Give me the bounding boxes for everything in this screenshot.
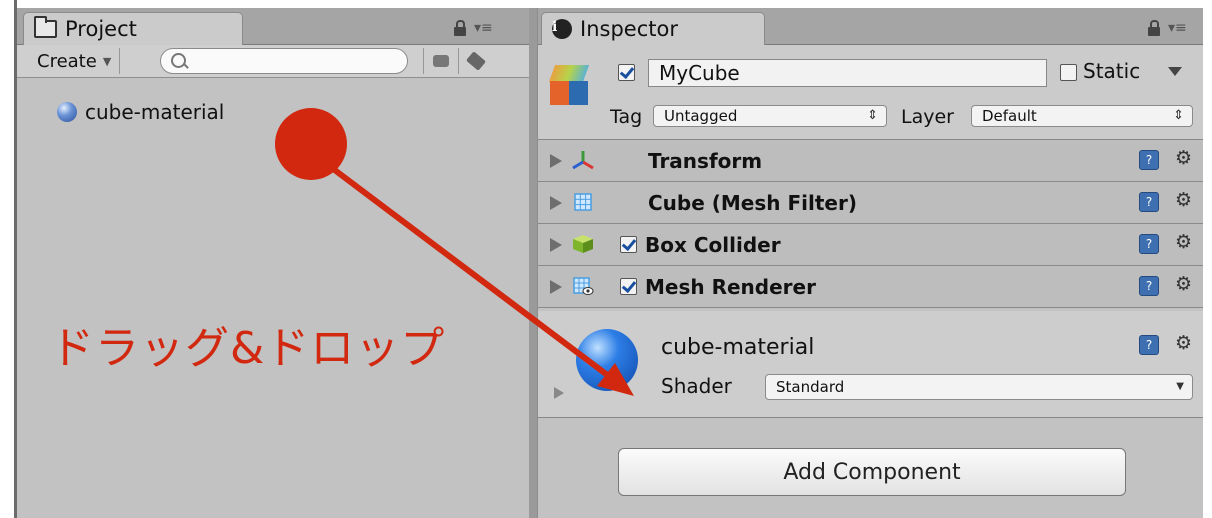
static-checkbox[interactable] [1060, 64, 1077, 81]
component-row-box-collider[interactable]: Box Collider ? ⚙ [538, 224, 1204, 266]
component-row-mesh-filter[interactable]: Cube (Mesh Filter) ? ⚙ [538, 182, 1204, 224]
gameobject-cube-icon [548, 65, 590, 109]
expand-arrow-icon[interactable] [550, 238, 562, 252]
component-name: Box Collider [645, 233, 781, 257]
project-panel: Project ▾≡ Create ▼ cube-material [17, 8, 530, 518]
component-row-transform[interactable]: Transform ? ⚙ [538, 140, 1204, 182]
filter-by-label-button[interactable] [458, 48, 493, 74]
component-enabled-checkbox[interactable] [620, 236, 637, 253]
project-tab-label: Project [65, 17, 137, 41]
component-name: Transform [648, 149, 763, 173]
tag-dropdown-value: Untagged [664, 107, 738, 125]
folder-icon [34, 16, 57, 38]
gear-icon[interactable]: ⚙ [1175, 189, 1192, 211]
help-icon[interactable]: ? [1139, 234, 1159, 254]
top-strip [17, 0, 1203, 8]
component-name: Mesh Renderer [645, 275, 816, 299]
add-component-label: Add Component [783, 459, 961, 485]
project-asset-item[interactable]: cube-material [57, 100, 224, 124]
tag-dropdown[interactable]: Untagged ⇕ [653, 105, 887, 127]
info-icon: i [552, 19, 572, 39]
project-toolbar: Create ▼ [17, 45, 529, 78]
shader-label: Shader [661, 374, 732, 398]
material-sphere-icon [57, 102, 77, 122]
filter-type-icon [433, 55, 449, 67]
create-button-label: Create [37, 50, 97, 72]
shader-dropdown[interactable]: Standard ▼ [765, 374, 1193, 400]
active-checkbox[interactable] [618, 64, 635, 81]
static-dropdown-icon[interactable] [1168, 67, 1182, 76]
create-button[interactable]: Create ▼ [29, 48, 121, 74]
tag-icon [466, 51, 486, 71]
gear-icon[interactable]: ⚙ [1175, 231, 1192, 253]
tab-project[interactable]: Project [23, 12, 243, 45]
tab-inspector[interactable]: i Inspector [541, 12, 765, 45]
inspector-tabbar: i Inspector ▾≡ [538, 8, 1204, 45]
help-icon[interactable]: ? [1139, 335, 1159, 355]
panel-divider[interactable] [529, 8, 537, 518]
expand-arrow-icon[interactable] [550, 154, 562, 168]
gear-icon[interactable]: ⚙ [1175, 273, 1192, 295]
panel-menu-icon[interactable]: ▾≡ [474, 20, 493, 36]
chevron-down-icon: ▼ [1176, 381, 1184, 392]
static-label: Static [1083, 59, 1141, 83]
expand-arrow-icon[interactable] [550, 196, 562, 210]
lock-icon[interactable] [1148, 19, 1160, 36]
expand-arrow-icon[interactable] [554, 387, 564, 399]
project-tabbar: Project ▾≡ [17, 8, 529, 45]
mesh-renderer-icon [573, 277, 594, 295]
updown-arrows-icon: ⇕ [867, 108, 878, 123]
material-name: cube-material [661, 335, 815, 360]
component-enabled-checkbox[interactable] [620, 278, 637, 295]
layer-label: Layer [901, 106, 954, 128]
add-component-button[interactable]: Add Component [618, 448, 1126, 496]
expand-arrow-icon[interactable] [550, 280, 562, 294]
project-tab-tools: ▾≡ [454, 19, 493, 36]
component-row-mesh-renderer[interactable]: Mesh Renderer ? ⚙ [538, 266, 1204, 308]
material-preview-sphere [576, 329, 638, 391]
box-collider-icon [573, 235, 593, 253]
layer-dropdown[interactable]: Default ⇕ [971, 105, 1193, 127]
chevron-down-icon: ▼ [102, 54, 112, 68]
updown-arrows-icon: ⇕ [1173, 108, 1184, 123]
shader-dropdown-value: Standard [776, 378, 845, 396]
component-name: Cube (Mesh Filter) [648, 191, 857, 215]
lock-icon[interactable] [454, 19, 466, 36]
panel-menu-icon[interactable]: ▾≡ [1168, 20, 1187, 36]
gear-icon[interactable]: ⚙ [1175, 147, 1192, 169]
gear-icon[interactable]: ⚙ [1175, 332, 1192, 354]
inspector-panel: i Inspector ▾≡ MyCube Static Tag Untagge… [537, 8, 1204, 518]
transform-icon [572, 151, 594, 170]
inspector-tab-tools: ▾≡ [1148, 19, 1187, 36]
inspector-tab-label: Inspector [580, 17, 678, 41]
help-icon[interactable]: ? [1139, 192, 1159, 212]
material-section: cube-material Shader Standard ▼ ? ⚙ [538, 311, 1204, 418]
search-icon [171, 53, 186, 68]
gameobject-header: MyCube Static Tag Untagged ⇕ Layer Defau… [538, 45, 1204, 140]
drag-drop-annotation: ドラッグ&ドロップ [50, 323, 446, 374]
search-input[interactable] [160, 48, 408, 74]
window-right-margin [1203, 0, 1212, 518]
filter-by-type-button[interactable] [423, 48, 458, 74]
layer-dropdown-value: Default [982, 107, 1037, 125]
project-asset-label: cube-material [85, 100, 225, 124]
tag-label: Tag [610, 106, 643, 128]
object-name-value: MyCube [659, 61, 740, 85]
help-icon[interactable]: ? [1139, 276, 1159, 296]
mesh-filter-icon [574, 193, 592, 211]
object-name-field[interactable]: MyCube [648, 59, 1047, 87]
help-icon[interactable]: ? [1139, 150, 1159, 170]
